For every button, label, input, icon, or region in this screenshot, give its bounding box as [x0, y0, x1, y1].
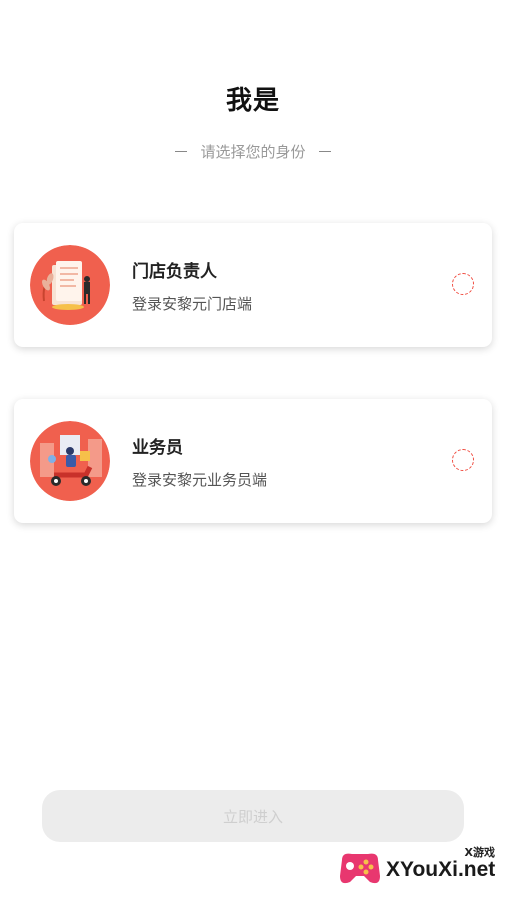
right-dash-divider — [318, 151, 331, 152]
role-card-store-manager[interactable]: 门店负责人 登录安黎元门店端 — [14, 223, 492, 347]
role-radio-store-manager[interactable] — [452, 273, 474, 295]
watermark-domain-text: XYouXi.net — [386, 858, 496, 881]
gamepad-logo-icon — [340, 853, 380, 884]
role-title: 业务员 — [132, 438, 183, 458]
store-manager-illustration-icon — [30, 245, 110, 325]
role-card-salesman[interactable]: 业务员 登录安黎元业务员端 — [14, 399, 492, 523]
role-description: 登录安黎元业务员端 — [132, 471, 268, 489]
page-subtitle: 请选择您的身份 — [0, 141, 506, 162]
left-dash-divider — [175, 151, 188, 152]
watermark: X游戏 XYouXi.net — [336, 840, 501, 896]
role-title: 门店负责人 — [132, 262, 217, 282]
subtitle-text: 请选择您的身份 — [200, 143, 306, 161]
role-radio-salesman[interactable] — [452, 449, 474, 471]
page-title: 我是 — [225, 86, 280, 116]
salesman-scooter-illustration-icon — [30, 421, 110, 501]
enter-now-button[interactable]: 立即进入 — [42, 790, 464, 842]
role-description: 登录安黎元门店端 — [132, 295, 253, 313]
